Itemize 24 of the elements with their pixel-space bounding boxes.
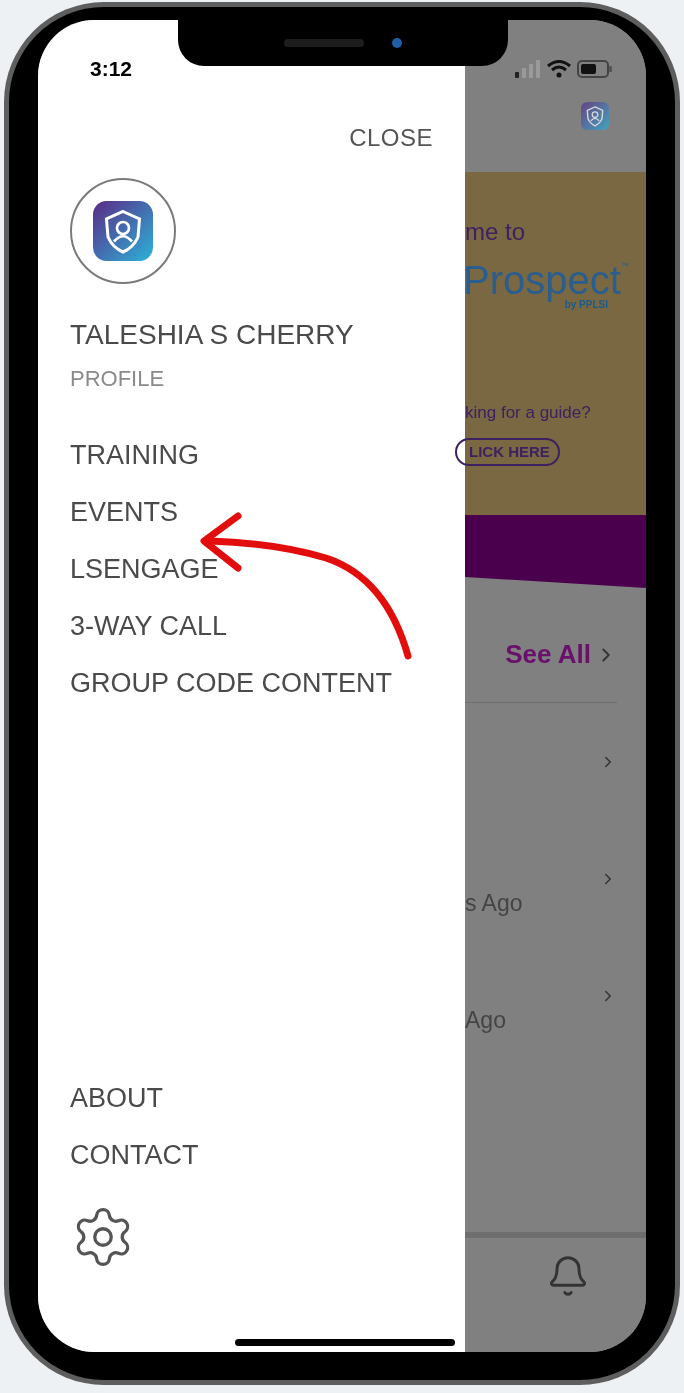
brand-tagline: by PPLSI [564,300,608,310]
welcome-text: me to [465,220,527,244]
app-logo-icon [93,201,153,261]
brand-wordmark: Prospect [463,260,621,300]
menu-item[interactable]: GROUP CODE CONTENT [70,665,393,702]
menu-item[interactable]: EVENTS [70,494,179,531]
camera-lens [392,38,402,48]
menu-item[interactable]: LSENGAGE [70,551,219,588]
time-ago-text: Ago [465,1006,506,1035]
guide-text: king for a guide? [465,402,592,424]
time-ago-text: s Ago [465,889,523,918]
menu-item[interactable]: ABOUT [70,1080,163,1117]
trademark-mark: ™ [620,260,629,270]
battery-icon [577,60,613,78]
status-time: 3:12 [90,55,133,82]
header-logo-icon [581,102,609,130]
signal-icon [515,60,541,78]
menu-item[interactable]: TRAINING [70,437,199,474]
avatar[interactable] [70,178,176,284]
menu-item[interactable]: 3-WAY CALL [70,608,228,645]
close-button[interactable]: CLOSE [349,120,433,156]
user-name: TALESHIA S CHERRY [70,318,355,352]
menu-item[interactable]: CONTACT [70,1137,199,1174]
wifi-icon [547,60,571,78]
